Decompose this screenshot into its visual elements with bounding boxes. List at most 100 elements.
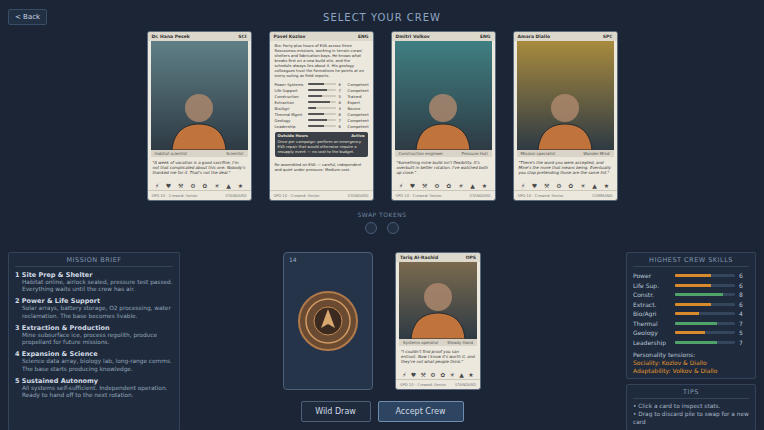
stat-icon: ⚒ <box>178 182 183 189</box>
stat-row: Construction5Trained <box>270 93 373 99</box>
draw-deck[interactable]: 14 <box>283 252 373 390</box>
stat-bar <box>308 113 336 115</box>
stat-icon: ✿ <box>440 371 445 378</box>
stat-icon: ♥ <box>410 182 415 189</box>
card-quote: "A week of vacation is a good sacrifice,… <box>148 157 251 181</box>
stat-icon: ★ <box>238 182 243 189</box>
skill-bar <box>675 312 735 315</box>
tip-item: • Drag to discard pile to swap for a new… <box>633 411 749 427</box>
mission-brief: MISSION BRIEF1 Site Prep & ShelterHabita… <box>8 252 180 430</box>
mission-phase: 2 Power & Life SupportSolar arrays, batt… <box>15 297 173 319</box>
stat-icon: ⚡ <box>399 182 403 189</box>
card-header: Tariq Al-RashidOPS <box>396 253 480 262</box>
stat-icon: ☀ <box>580 182 585 189</box>
ability-box: Outside HoursActiveOnce per campaign: pe… <box>275 132 368 157</box>
portrait-icon <box>403 269 473 339</box>
stat-icon: ☀ <box>214 182 219 189</box>
skill-row: Extract.6 <box>633 300 749 310</box>
stat-icon: ★ <box>604 182 609 189</box>
card-footer: SPD 10 · Crewed: SeniorCOMMAND <box>514 190 617 200</box>
mission-phase: 5 Sustained AutonomyAll systems self-suf… <box>15 377 173 399</box>
stat-icon-row: ⚡♥⚒⚙✿☀▲★ <box>514 181 617 190</box>
stat-icon: ✿ <box>202 182 207 189</box>
stat-icon: ⚙ <box>430 371 435 378</box>
skill-row: Power6 <box>633 271 749 281</box>
stat-icon-row: ⚡♥⚒⚙✿☀▲★ <box>148 181 251 190</box>
card-role: Habitat scientistScientist <box>151 150 248 157</box>
mission-phase: 1 Site Prep & ShelterHabitat online, air… <box>15 271 173 293</box>
tensions-title: Personality tensions: <box>633 351 749 359</box>
skill-bar <box>675 274 735 277</box>
stat-icon-row: ⚡♥⚒⚙✿☀▲★ <box>396 370 480 379</box>
card-quote: "There's the word you were accepted, and… <box>514 157 617 181</box>
portrait-icon <box>164 80 234 150</box>
swap-token[interactable] <box>387 222 399 234</box>
card-header: Dr. Hana PesekSCI <box>148 32 251 41</box>
stat-icon: ✿ <box>446 182 451 189</box>
stat-bar <box>308 89 336 91</box>
card-header: Dmitri VolkovENG <box>392 32 495 41</box>
emblem-icon <box>297 290 359 352</box>
stat-row: Extraction8Expert <box>270 99 373 105</box>
stat-icon: ☀ <box>450 371 455 378</box>
stat-icon: ⚡ <box>521 182 525 189</box>
crew-card[interactable]: Dr. Hana PesekSCI Habitat scientistScient… <box>147 31 252 201</box>
tension-item: Sociality: Kozlov & Diallo <box>633 359 749 367</box>
stat-icon: ⚙ <box>434 182 439 189</box>
crew-card[interactable]: Dmitri VolkovENG Construction engineerPre… <box>391 31 496 201</box>
portrait-icon <box>530 80 600 150</box>
skill-bar <box>675 284 735 287</box>
portrait-icon <box>408 80 478 150</box>
stat-icon: ♥ <box>166 182 171 189</box>
stat-bar <box>308 119 336 121</box>
card-header: Amara DialloSPC <box>514 32 617 41</box>
header: < Back SELECT YOUR CREW <box>8 8 756 26</box>
stat-bar <box>308 125 336 127</box>
card-role: Systems operatorSteady Hand <box>399 339 477 346</box>
action-button[interactable]: Accept Crew <box>378 401 464 422</box>
skill-row: Constr.8 <box>633 290 749 300</box>
stat-icon: ⚙ <box>190 182 195 189</box>
swap-token[interactable] <box>365 222 377 234</box>
card-bio: Bio: Forty-plus hours of EVA across thre… <box>270 41 373 81</box>
back-button[interactable]: < Back <box>8 9 47 25</box>
skill-row: Leadership7 <box>633 338 749 348</box>
tension-item: Adaptability: Volkov & Diallo <box>633 367 749 375</box>
action-button[interactable]: Wild Draw <box>301 401 371 422</box>
crew-portrait <box>399 262 477 339</box>
stat-icon: ★ <box>482 182 487 189</box>
stat-row: Leadership6Competent <box>270 123 373 129</box>
card-footer: SPD 10 · Crewed: SeniorSTANDARD <box>396 379 480 389</box>
crew-portrait <box>151 41 248 150</box>
stat-icon: ▲ <box>470 182 475 189</box>
stat-icon: ♥ <box>411 371 416 378</box>
card-quote: "I couldn't find proof you can entrust. … <box>396 346 480 370</box>
stat-icon-row: ⚡♥⚒⚙✿☀▲★ <box>392 181 495 190</box>
stat-bar <box>308 107 336 109</box>
crew-select-screen: < Back SELECT YOUR CREW Dr. Hana PesekSCI H… <box>0 0 764 430</box>
screen-title: SELECT YOUR CREW <box>323 12 441 23</box>
crew-card[interactable]: Pavel KozlovENGBio: Forty-plus hours of … <box>269 31 374 201</box>
stat-icon: ☀ <box>458 182 463 189</box>
skill-bar <box>675 322 735 325</box>
stat-bar <box>308 101 336 103</box>
crew-card[interactable]: Amara DialloSPCMission specialistWander … <box>513 31 618 201</box>
crew-card[interactable]: Tariq Al-RashidOPS Systems operatorSteady… <box>395 252 481 390</box>
stat-row: Life Support7Competent <box>270 87 373 93</box>
crew-skills: HIGHEST CREW SKILLSPower6Life Sup.6Const… <box>626 252 756 379</box>
card-footer: SPD 10 · Crewed: SeniorSTANDARD <box>392 190 495 200</box>
skill-row: Thermal7 <box>633 319 749 329</box>
stat-bar <box>308 83 336 85</box>
tips: TIPS• Click a card to inspect stats.• Dr… <box>626 384 756 430</box>
skill-bar <box>675 303 735 306</box>
card-role: Construction engineerPressure Hull <box>395 150 492 157</box>
skill-bar <box>675 293 735 296</box>
stat-icon: ⚡ <box>155 182 159 189</box>
skill-row: Life Sup.6 <box>633 281 749 291</box>
card-quote: "Something mine build isn't flexibility.… <box>392 157 495 181</box>
skill-row: Geology5 <box>633 328 749 338</box>
stat-icon: ★ <box>468 371 473 378</box>
stat-row: Geology7Competent <box>270 117 373 123</box>
tip-item: • Click a card to inspect stats. <box>633 403 749 411</box>
stat-row: Power Systems6Competent <box>270 81 373 87</box>
